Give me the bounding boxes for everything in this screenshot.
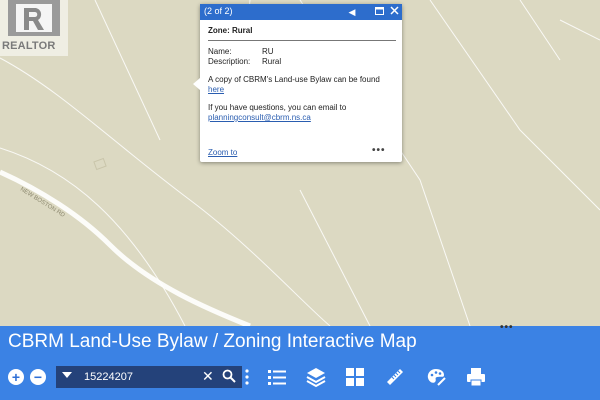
realtor-wordmark: REALTOR [2,40,56,52]
bylaw-paragraph: A copy of CBRM's Land-use Bylaw can be f… [208,75,396,95]
attribute-value: Rural [262,57,282,66]
measure-ruler-icon[interactable] [384,366,406,388]
attribute-value: RU [262,47,274,56]
parcel-line [429,0,600,211]
parcel-line [299,189,371,327]
attribute-label: Name: [208,47,232,56]
parcel-line [519,0,561,61]
contact-email-link[interactable]: planningconsult@cbrm.ns.ca [208,113,311,122]
attribute-label: Description: [208,57,251,66]
clear-search-button[interactable]: ✕ [202,368,214,385]
search-icon[interactable] [222,369,236,383]
parcel-line [559,19,600,41]
maximize-icon[interactable] [372,5,386,19]
search-source-dropdown-icon[interactable] [62,372,72,378]
draw-palette-icon[interactable] [425,366,447,388]
more-actions-button[interactable]: ••• [372,145,386,156]
contact-text: If you have questions, you can email to [208,103,347,112]
close-icon[interactable] [387,5,401,19]
basemap-gallery-icon[interactable] [344,366,366,388]
layers-icon[interactable] [305,366,327,388]
feature-popup[interactable]: (2 of 2) ◀ Zone: Rural Name: RU Descript… [200,4,402,162]
attribute-row: Description: Rural [208,57,396,67]
zoom-out-button[interactable]: − [30,369,46,385]
attribute-row: Name: RU [208,47,396,57]
building-footprint [93,157,107,171]
popup-content: Zone: Rural Name: RU Description: Rural … [208,26,396,123]
panel-resize-handle[interactable]: ••• [500,322,514,333]
legend-list-icon[interactable] [266,366,288,388]
zoom-in-button[interactable]: + [8,369,24,385]
contact-paragraph: If you have questions, you can email to … [208,103,396,123]
bylaw-text: A copy of CBRM's Land-use Bylaw can be f… [208,75,380,84]
app-title: CBRM Land-Use Bylaw / Zoning Interactive… [8,331,417,352]
bylaw-link[interactable]: here [208,85,224,94]
popup-pointer [193,78,200,90]
print-icon[interactable] [465,366,487,388]
popup-header: (2 of 2) ◀ [200,4,402,20]
zoom-to-link[interactable]: Zoom to [208,148,237,157]
realtor-watermark: REALTOR [0,0,68,56]
realtor-logo-icon [8,0,60,36]
search-input[interactable] [84,370,194,384]
search-menu-icon[interactable] [245,368,249,386]
parcel-line [94,0,161,141]
search-box: ✕ [56,366,242,388]
popup-pager: (2 of 2) [204,6,233,16]
popup-title: Zone: Rural [208,26,396,41]
previous-arrow-icon[interactable]: ◀ [345,5,359,19]
